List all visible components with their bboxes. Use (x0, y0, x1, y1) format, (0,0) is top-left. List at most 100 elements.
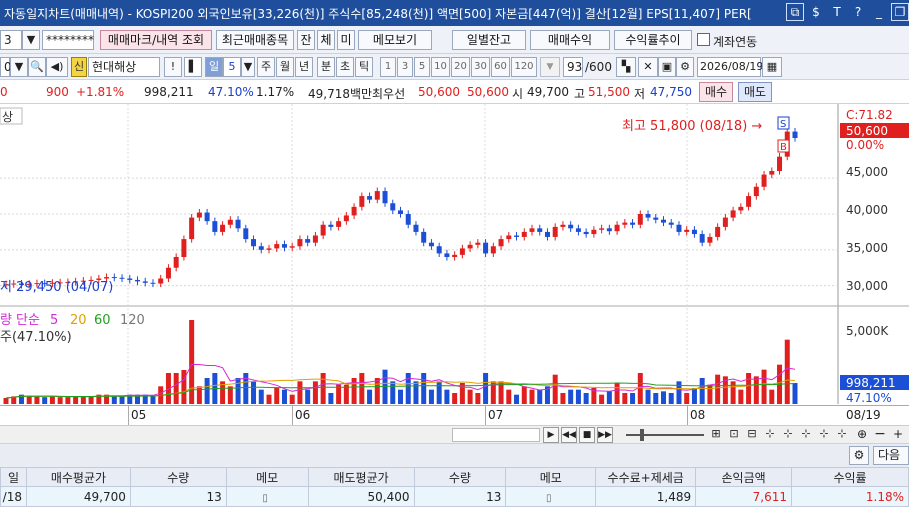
volume-bar (80, 396, 86, 404)
col-sell-qty[interactable]: 수량 (413, 467, 507, 487)
cell-fee: 1,489 (595, 486, 697, 507)
indicator-icon[interactable]: ✕ (638, 57, 658, 77)
custom-interval-dropdown-icon[interactable]: ▼ (540, 57, 560, 77)
chart-menu-icon[interactable]: ▌ (184, 57, 202, 77)
scroll-forward-icon[interactable]: ▶▶ (597, 427, 613, 443)
fib-tool-icon[interactable]: ⊹ (780, 427, 796, 443)
buy-button[interactable]: 매수 (699, 82, 733, 102)
grid-settings-icon[interactable]: ⚙ (849, 446, 869, 465)
code-dropdown-icon[interactable]: ▼ (10, 57, 28, 77)
text-tool-icon[interactable]: ⊹ (798, 427, 814, 443)
period-day-button[interactable]: 일 (205, 57, 223, 77)
unfilled-button[interactable]: 미 (337, 30, 355, 50)
col-buy-avg[interactable]: 매수평균가 (25, 467, 131, 487)
col-sell-memo[interactable]: 메모 (505, 467, 597, 487)
memo-doc-icon[interactable]: ▯ (262, 493, 268, 504)
x-tick-08: 08 (687, 405, 705, 425)
volume-bar (645, 389, 651, 404)
daily-balance-button[interactable]: 일별잔고 (452, 30, 526, 50)
zoom-slider-handle[interactable] (640, 429, 644, 441)
candle (521, 231, 527, 237)
interval-button-10[interactable]: 10 (431, 57, 450, 77)
date-field[interactable]: 2026/08/19 (697, 57, 763, 77)
candle (374, 191, 380, 200)
reset-zoom-icon[interactable]: + (890, 427, 906, 443)
col-buy-memo[interactable]: 메모 (225, 467, 309, 487)
stock-name-field[interactable]: 현대해상 (88, 57, 160, 77)
erase-tool-icon[interactable]: ⊹ (834, 427, 850, 443)
calendar-icon[interactable]: ▦ (762, 57, 782, 77)
interval-button-60[interactable]: 60 (491, 57, 510, 77)
search-icon[interactable]: 🔍 (28, 57, 46, 77)
interval-button-20[interactable]: 20 (451, 57, 470, 77)
code-input[interactable]: 0 (0, 57, 12, 77)
scroll-stop-icon[interactable]: ■ (579, 427, 595, 443)
zoom-out-icon[interactable]: − (872, 427, 888, 443)
account-link-checkbox[interactable] (697, 33, 710, 46)
memo-button[interactable]: 메모보기 (358, 30, 432, 50)
period-minute-button[interactable]: 분 (317, 57, 335, 77)
help-icon[interactable]: ? (849, 3, 867, 21)
volume-bar (792, 383, 798, 404)
interval-button-5[interactable]: 5 (414, 57, 430, 77)
sell-button[interactable]: 매도 (738, 82, 772, 102)
table-row[interactable]: /18 49,700 13 ▯ 50,400 13 ▯ 1,489 7,611 … (0, 486, 909, 507)
zoom-in-icon[interactable]: ⊕ (854, 427, 870, 443)
interval-button-30[interactable]: 30 (471, 57, 490, 77)
cell-buy-memo[interactable]: ▯ (225, 486, 309, 507)
trade-profit-button[interactable]: 매매수익 (530, 30, 610, 50)
interval-button-3[interactable]: 3 (397, 57, 413, 77)
interval-button-120[interactable]: 120 (511, 57, 537, 77)
candle (668, 222, 674, 225)
minimize-icon[interactable]: _ (870, 3, 888, 21)
period-second-button[interactable]: 초 (336, 57, 354, 77)
return-trend-button[interactable]: 수익률추이 (614, 30, 692, 50)
interval-button-1[interactable]: 1 (380, 57, 396, 77)
chart-type-icon[interactable]: ▚ (616, 57, 636, 77)
period-tick-button[interactable]: 틱 (355, 57, 373, 77)
col-profit[interactable]: 손익금액 (695, 467, 793, 487)
password-field[interactable]: ******** (42, 30, 94, 50)
restore-icon[interactable]: ❐ (891, 3, 909, 21)
col-return[interactable]: 수익률 (791, 467, 909, 487)
zoom-slider[interactable] (626, 434, 704, 436)
executed-button[interactable]: 체 (317, 30, 335, 50)
line-tool-icon[interactable]: ⊹ (762, 427, 778, 443)
dollar-icon[interactable]: $ (807, 3, 825, 21)
ruler-icon[interactable]: ⊟ (744, 427, 760, 443)
scroll-track[interactable] (452, 428, 540, 442)
volume-bar (483, 373, 489, 404)
high-annotation: 최고 51,800 (08/18) → (622, 119, 762, 134)
scroll-play-icon[interactable]: ▶ (543, 427, 559, 443)
trade-mark-button[interactable]: 매매마크/내역 조회 (100, 30, 212, 50)
scroll-rewind-icon[interactable]: ◀◀ (561, 427, 577, 443)
settings-icon[interactable]: ⚙ (676, 57, 694, 77)
cursor-icon[interactable]: ⊡ (726, 427, 742, 443)
next-button[interactable]: 다음 (873, 446, 909, 465)
sound-icon[interactable]: ◀) (46, 57, 68, 77)
period-week-button[interactable]: 주 (257, 57, 275, 77)
account-dropdown-icon[interactable]: ▼ (22, 30, 40, 50)
balance-button[interactable]: 잔 (297, 30, 315, 50)
col-sell-avg[interactable]: 매도평균가 (307, 467, 415, 487)
crosshair-icon[interactable]: ⊞ (708, 427, 724, 443)
count-input[interactable]: 93 (563, 57, 583, 77)
font-size-icon[interactable]: T (828, 3, 846, 21)
period-year-button[interactable]: 년 (295, 57, 313, 77)
period-count-spinner-icon[interactable]: ▼ (241, 57, 255, 77)
recent-items-button[interactable]: 최근매매종목 (216, 30, 294, 50)
save-icon[interactable]: ▣ (658, 57, 676, 77)
candle (127, 278, 133, 280)
memo-doc-icon[interactable]: ▯ (546, 493, 552, 504)
period-month-button[interactable]: 월 (276, 57, 294, 77)
price-chart[interactable]: 상 최고 51,800 (08/18) → 저 29,450 (04/07) S… (0, 104, 909, 426)
account-input[interactable]: 3 (0, 30, 22, 50)
cell-sell-memo[interactable]: ▯ (505, 486, 597, 507)
link-icon[interactable]: ⧉ (786, 3, 804, 21)
period-count-input[interactable]: 5 (223, 57, 241, 77)
col-fee[interactable]: 수수료+제세금 (595, 467, 697, 487)
alert-icon[interactable]: ! (164, 57, 182, 77)
col-buy-qty[interactable]: 수량 (129, 467, 227, 487)
shape-tool-icon[interactable]: ⊹ (816, 427, 832, 443)
col-date[interactable]: 일 (0, 467, 27, 487)
